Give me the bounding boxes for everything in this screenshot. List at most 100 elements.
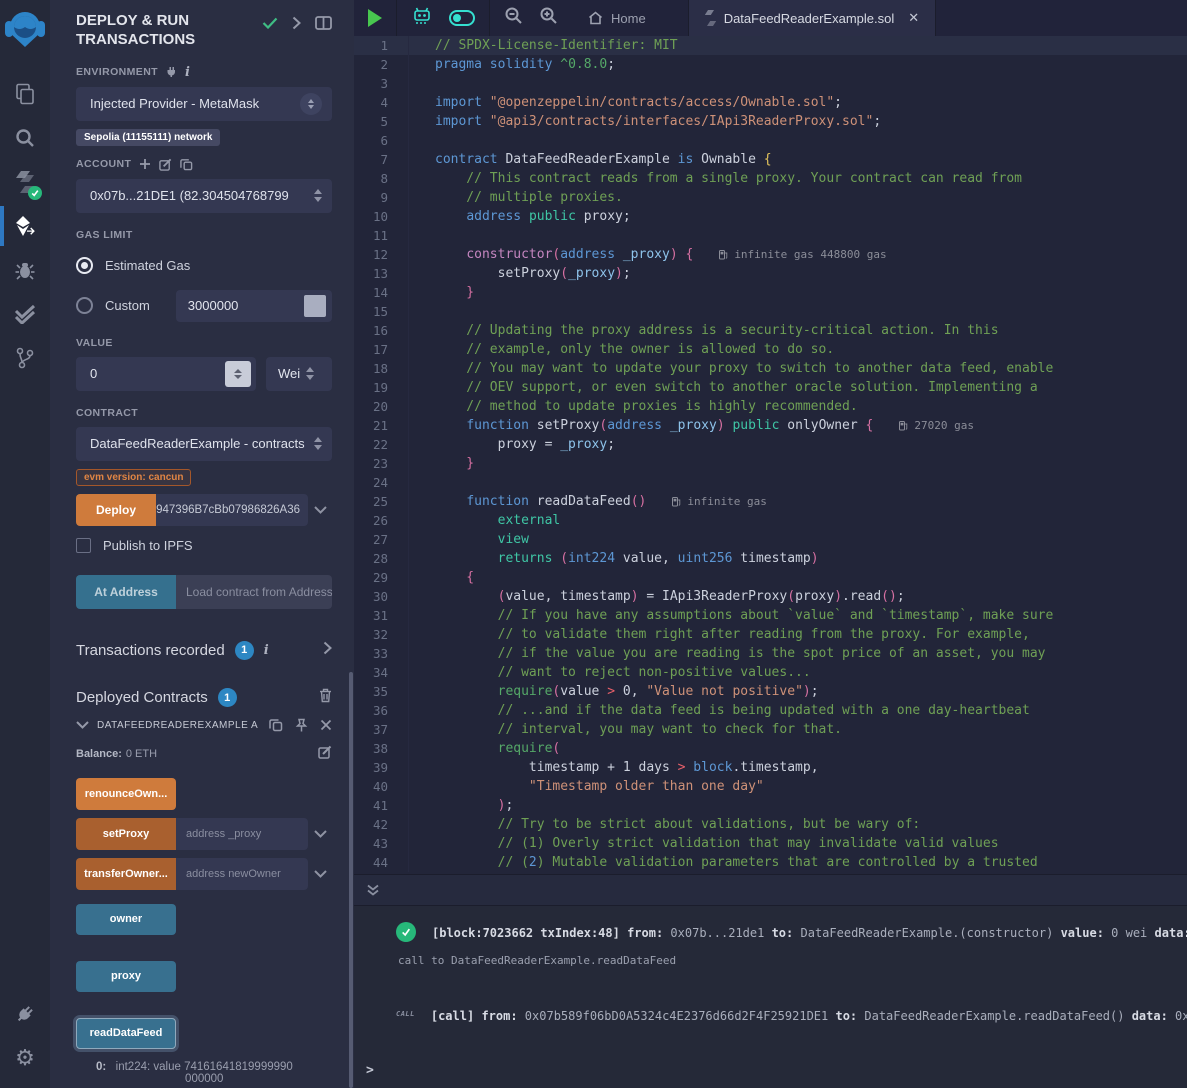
code-line[interactable]: 5import "@api3/contracts/interfaces/IApi… xyxy=(354,112,1187,131)
zoom-in-icon[interactable] xyxy=(539,6,558,30)
collapse-chevron-icon[interactable] xyxy=(76,721,89,729)
code-line[interactable]: 18 // You may want to update your proxy … xyxy=(354,359,1187,378)
terminal-call-summary[interactable]: call to DataFeedReaderExample.readDataFe… xyxy=(354,954,1187,967)
code-text[interactable]: address public proxy; xyxy=(408,207,631,226)
line-number[interactable]: 31 xyxy=(354,608,408,623)
close-icon[interactable] xyxy=(320,719,332,731)
code-line[interactable]: 4import "@openzeppelin/contracts/access/… xyxy=(354,93,1187,112)
line-number[interactable]: 29 xyxy=(354,570,408,585)
code-text[interactable]: // OEV support, or even switch to anothe… xyxy=(408,378,1038,397)
code-line[interactable]: 23 } xyxy=(354,454,1187,473)
code-text[interactable]: // ...and if the data feed is being upda… xyxy=(408,701,1030,720)
line-number[interactable]: 32 xyxy=(354,627,408,642)
code-line[interactable]: 6 xyxy=(354,131,1187,150)
line-number[interactable]: 7 xyxy=(354,152,408,167)
code-text[interactable] xyxy=(408,131,435,150)
code-text[interactable]: (value, timestamp) = IApi3ReaderProxy(pr… xyxy=(408,587,905,606)
code-line[interactable]: 21 function setProxy(address _proxy) pub… xyxy=(354,416,1187,435)
code-text[interactable]: // to validate them right after reading … xyxy=(408,625,1030,644)
code-line[interactable]: 27 view xyxy=(354,530,1187,549)
plug-icon[interactable] xyxy=(166,66,177,78)
transactions-recorded-row[interactable]: Transactions recorded 1 i xyxy=(50,625,354,674)
line-number[interactable]: 5 xyxy=(354,114,408,129)
plus-icon[interactable] xyxy=(139,158,151,170)
line-number[interactable]: 42 xyxy=(354,817,408,832)
copy-icon[interactable] xyxy=(180,158,193,171)
expand-fn-icon[interactable] xyxy=(308,830,332,838)
custom-gas-input[interactable]: 3000000 xyxy=(176,290,332,322)
unit-select[interactable]: Wei xyxy=(266,357,332,391)
line-number[interactable]: 12 xyxy=(354,247,408,262)
ai-copilot-icon[interactable] xyxy=(411,6,433,31)
code-text[interactable]: } xyxy=(408,454,474,473)
code-line[interactable]: 35 require(value > 0, "Value not positiv… xyxy=(354,682,1187,701)
line-number[interactable]: 35 xyxy=(354,684,408,699)
code-text[interactable]: // (2) Mutable validation parameters tha… xyxy=(408,853,1038,872)
radio-custom-gas[interactable] xyxy=(76,297,93,314)
line-number[interactable]: 15 xyxy=(354,304,408,319)
contract-select[interactable]: DataFeedReaderExample - contracts xyxy=(76,427,332,461)
code-text[interactable]: // if the value you are reading is the s… xyxy=(408,644,1045,663)
code-text[interactable]: // multiple proxies. xyxy=(408,188,623,207)
code-text[interactable]: external xyxy=(408,511,560,530)
line-number[interactable]: 9 xyxy=(354,190,408,205)
code-line[interactable]: 36 // ...and if the data feed is being u… xyxy=(354,701,1187,720)
code-line[interactable]: 8 // This contract reads from a single p… xyxy=(354,169,1187,188)
code-text[interactable]: ); xyxy=(408,796,513,815)
terminal-body[interactable]: [block:7023662 txIndex:48] from: 0x07b..… xyxy=(354,906,1187,1088)
line-number[interactable]: 33 xyxy=(354,646,408,661)
line-number[interactable]: 3 xyxy=(354,76,408,91)
fn-setproxy-button[interactable]: setProxy xyxy=(76,818,176,850)
code-text[interactable] xyxy=(408,473,435,492)
code-text[interactable]: // If you have any assumptions about `va… xyxy=(408,606,1053,625)
code-line[interactable]: 20 // method to update proxies is highly… xyxy=(354,397,1187,416)
code-line[interactable]: 16 // Updating the proxy address is a se… xyxy=(354,321,1187,340)
sidebar-item-plugin-manager[interactable] xyxy=(0,992,50,1036)
radio-estimated-gas[interactable] xyxy=(76,257,93,274)
sidebar-item-solidity-compiler[interactable] xyxy=(0,160,50,204)
code-line[interactable]: 37 // interval, you may want to check fo… xyxy=(354,720,1187,739)
split-panel-icon[interactable] xyxy=(315,16,332,30)
code-line[interactable]: 29 { xyxy=(354,568,1187,587)
at-address-button[interactable]: At Address xyxy=(76,575,176,609)
sidebar-item-deploy-run[interactable] xyxy=(0,204,50,248)
code-line[interactable]: 44 // (2) Mutable validation parameters … xyxy=(354,853,1187,872)
code-line[interactable]: 19 // OEV support, or even switch to ano… xyxy=(354,378,1187,397)
code-line[interactable]: 25 function readDataFeed()infinite gas xyxy=(354,492,1187,511)
code-editor[interactable]: 1// SPDX-License-Identifier: MIT2pragma … xyxy=(354,36,1187,874)
code-line[interactable]: 39 timestamp + 1 days > block.timestamp, xyxy=(354,758,1187,777)
code-line[interactable]: 42 // Try to be strict about validations… xyxy=(354,815,1187,834)
line-number[interactable]: 17 xyxy=(354,342,408,357)
sidebar-item-debugger[interactable] xyxy=(0,248,50,292)
line-number[interactable]: 14 xyxy=(354,285,408,300)
fn-readdatafeed-button[interactable]: readDataFeed xyxy=(76,1018,176,1049)
code-text[interactable]: constructor(address _proxy) { xyxy=(408,245,693,264)
code-line[interactable]: 26 external xyxy=(354,511,1187,530)
code-text[interactable]: contract DataFeedReaderExample is Ownabl… xyxy=(408,150,772,169)
sidebar-item-unit-testing[interactable] xyxy=(0,292,50,336)
code-line[interactable]: 41 ); xyxy=(354,796,1187,815)
line-number[interactable]: 27 xyxy=(354,532,408,547)
code-line[interactable]: 34 // want to reject non-positive values… xyxy=(354,663,1187,682)
run-script-button[interactable] xyxy=(368,9,382,27)
line-number[interactable]: 43 xyxy=(354,836,408,851)
publish-ipfs-checkbox[interactable] xyxy=(76,538,91,553)
code-line[interactable]: 10 address public proxy; xyxy=(354,207,1187,226)
code-line[interactable]: 43 // (1) Overly strict validation that … xyxy=(354,834,1187,853)
code-text[interactable]: returns (int224 value, uint256 timestamp… xyxy=(408,549,819,568)
code-text[interactable]: proxy = _proxy; xyxy=(408,435,615,454)
code-text[interactable]: pragma solidity ^0.8.0; xyxy=(408,55,615,74)
terminal-prompt[interactable]: > xyxy=(366,1063,374,1078)
code-line[interactable]: 28 returns (int224 value, uint256 timest… xyxy=(354,549,1187,568)
code-line[interactable]: 3 xyxy=(354,74,1187,93)
line-number[interactable]: 24 xyxy=(354,475,408,490)
code-text[interactable]: // Updating the proxy address is a secur… xyxy=(408,321,999,340)
environment-select[interactable]: Injected Provider - MetaMask xyxy=(76,87,332,121)
code-text[interactable]: // example, only the owner is allowed to… xyxy=(408,340,834,359)
remix-logo[interactable] xyxy=(0,0,50,58)
code-text[interactable]: timestamp + 1 days > block.timestamp, xyxy=(408,758,819,777)
close-tab-icon[interactable]: ✕ xyxy=(908,10,919,26)
copy-icon[interactable] xyxy=(269,718,283,732)
estimated-gas-option[interactable]: Estimated Gas xyxy=(76,251,332,281)
expand-fn-icon[interactable] xyxy=(308,870,332,878)
